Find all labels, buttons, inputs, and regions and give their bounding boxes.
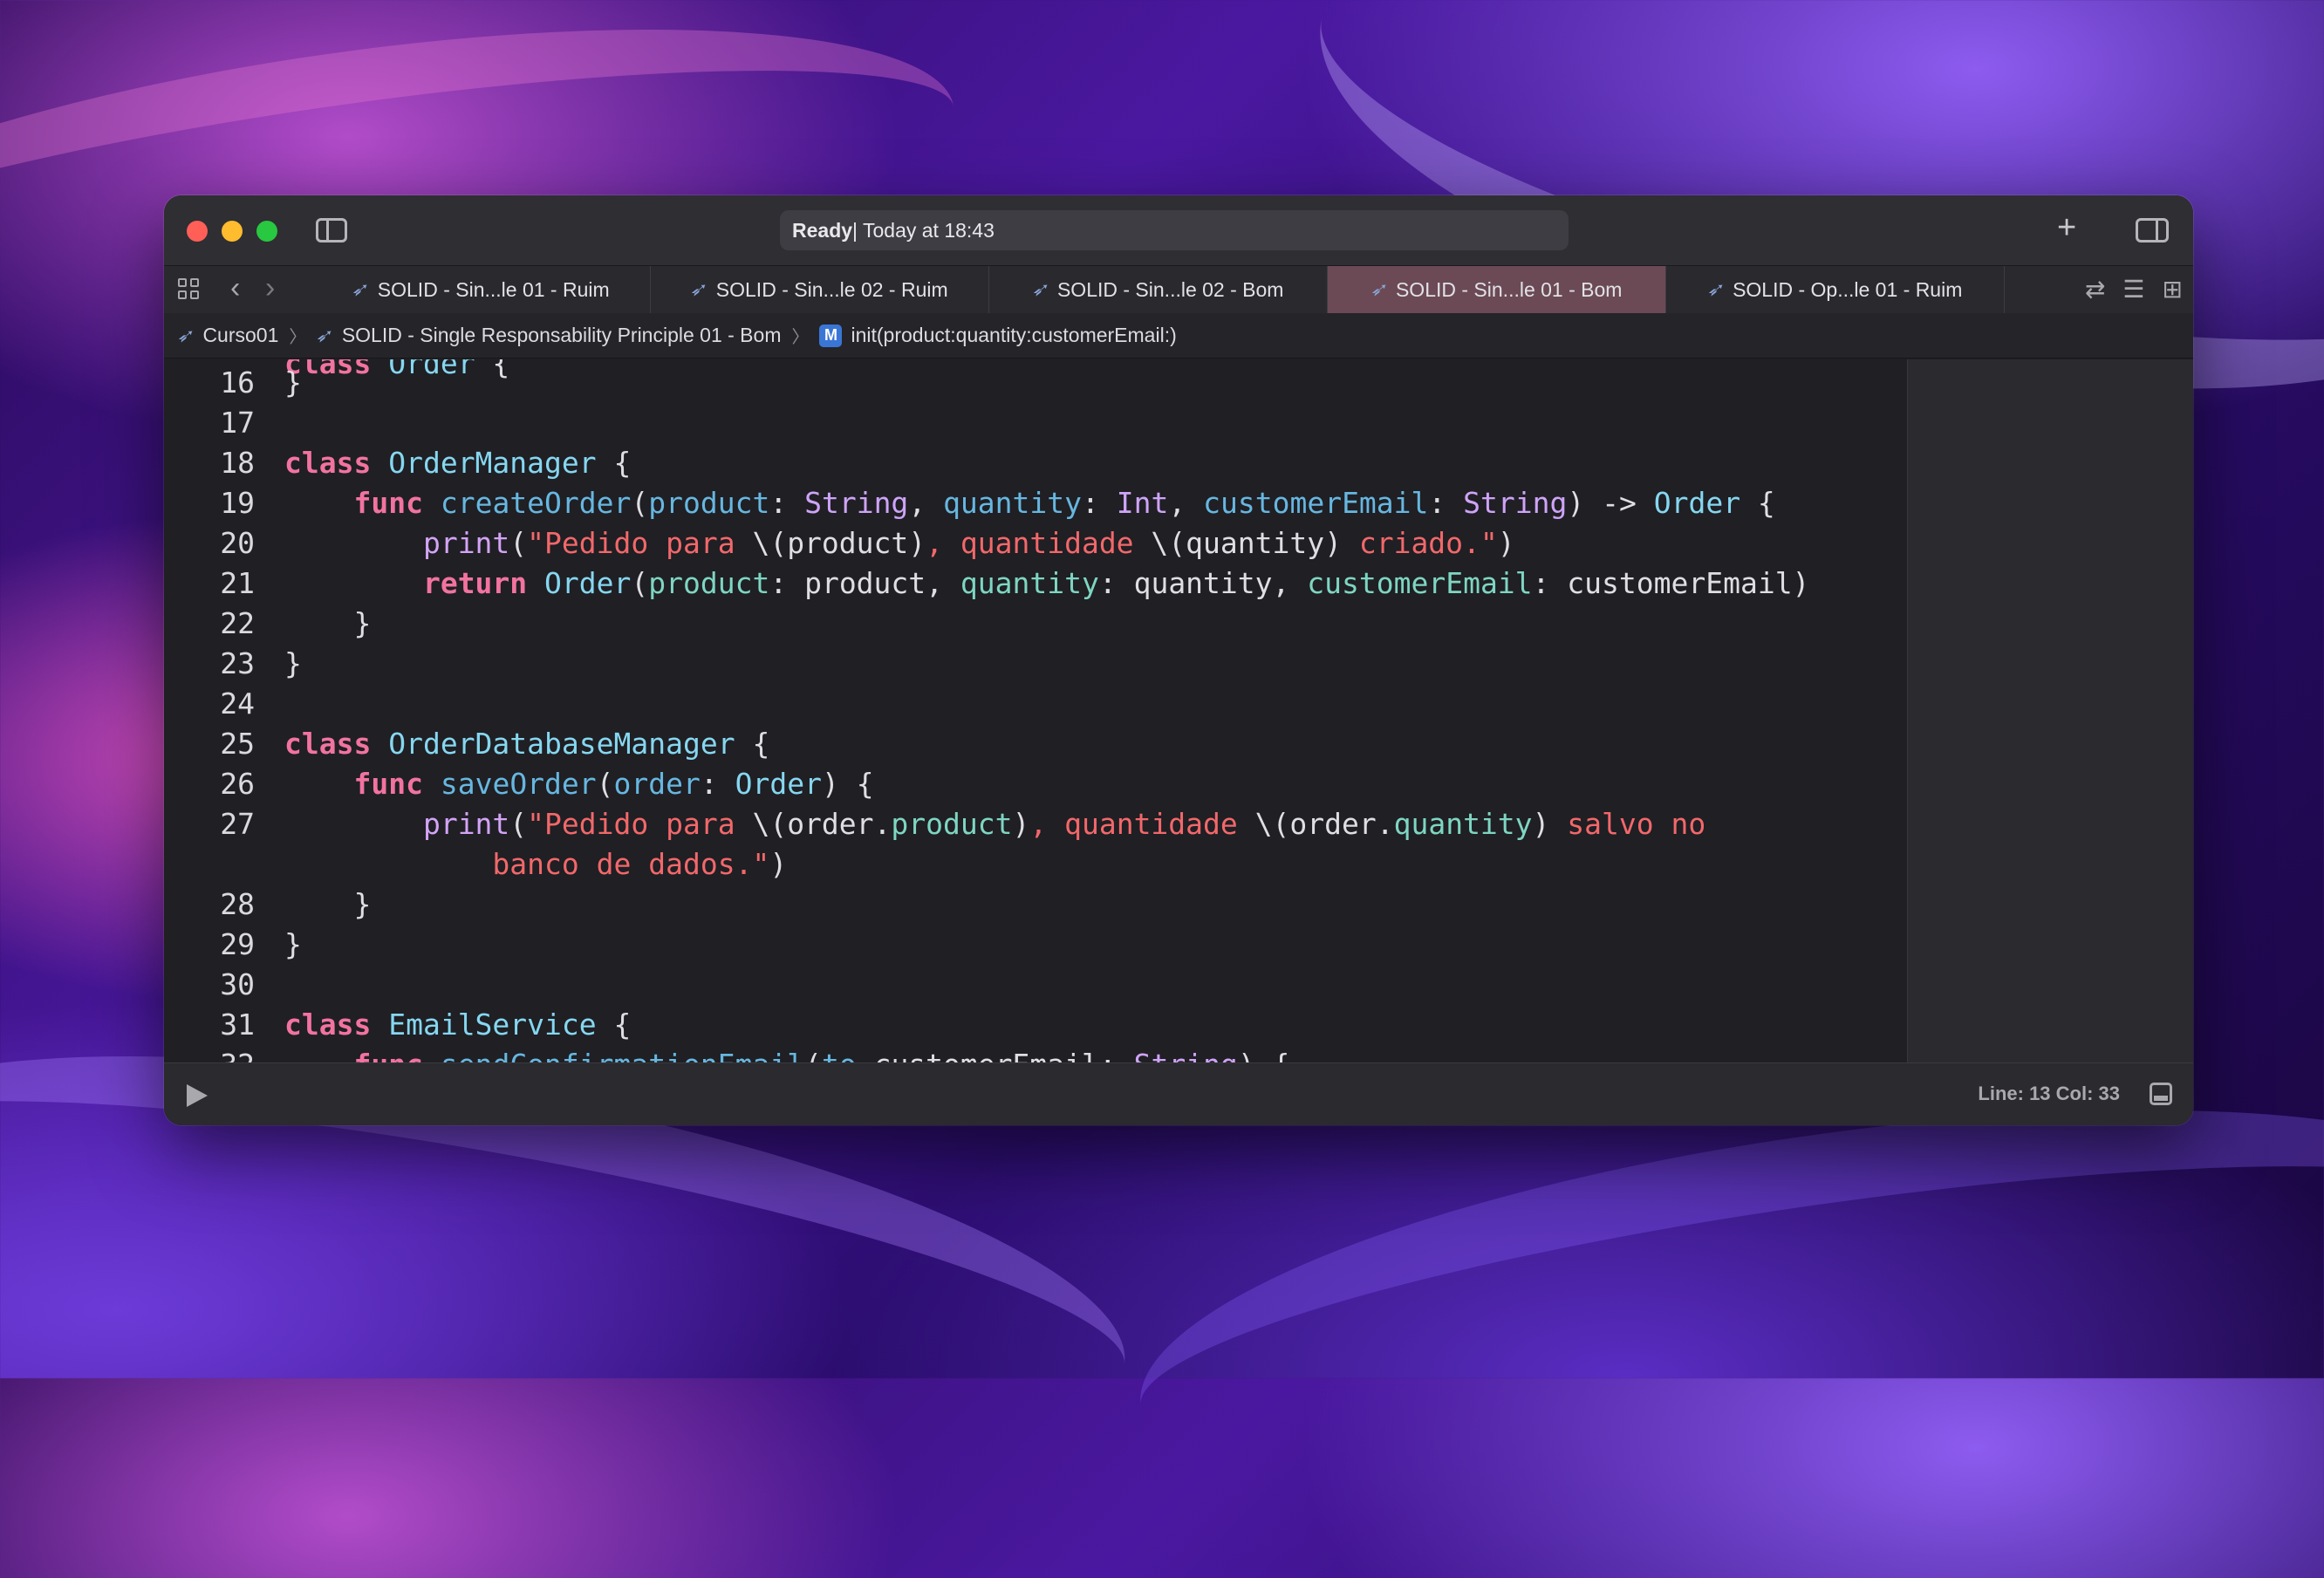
- swift-file-icon: ➶: [314, 324, 337, 346]
- console-toggle-icon[interactable]: [2150, 1083, 2172, 1105]
- tab-label: SOLID - Sin...le 02 - Ruim: [715, 277, 948, 301]
- status-ready: Ready: [792, 218, 853, 242]
- tab-file-active[interactable]: ➶ SOLID - Sin...le 01 - Bom: [1328, 266, 1666, 313]
- line-number: 30: [220, 967, 255, 1001]
- breadcrumb-file-label: SOLID - Single Responsability Principle …: [341, 324, 782, 346]
- line-number: 21: [220, 566, 255, 600]
- tab-label: SOLID - Sin...le 02 - Bom: [1056, 277, 1284, 301]
- line-number: 24: [220, 687, 255, 721]
- tab-label: SOLID - Sin...le 01 - Bom: [1395, 277, 1623, 301]
- titlebar: Ready | Today at 18:43 +: [164, 195, 2193, 265]
- method-icon: M: [819, 324, 843, 347]
- code-editor[interactable]: class Order { 16} 17 18 class OrderManage…: [164, 359, 1907, 1062]
- swift-file-icon: ➶: [350, 278, 373, 300]
- line-number: 17: [220, 406, 255, 440]
- line-number: 22: [220, 606, 255, 640]
- tab-file[interactable]: ➶ SOLID - Sin...le 01 - Ruim: [312, 266, 651, 313]
- swap-icon[interactable]: ⇄: [2085, 275, 2105, 304]
- minimize-button-icon[interactable]: [222, 221, 243, 242]
- editor-options-icon[interactable]: ☰: [2122, 275, 2144, 304]
- line-number: 31: [220, 1008, 255, 1042]
- breadcrumb-file[interactable]: ➶ SOLID - Single Responsability Principle…: [314, 324, 782, 347]
- swift-file-icon: ➶: [1368, 278, 1391, 300]
- minimap[interactable]: [1907, 359, 2193, 1062]
- breadcrumb-separator: 〉: [791, 328, 810, 347]
- xcode-window: Ready | Today at 18:43 + ‹ › ➶ SOLID - Si…: [164, 195, 2193, 1125]
- line-number: 18: [220, 446, 255, 480]
- tab-file[interactable]: ➶ SOLID - Sin...le 02 - Ruim: [651, 266, 989, 313]
- status-time: | Today at 18:43: [852, 218, 995, 242]
- close-button-icon[interactable]: [187, 221, 208, 242]
- swift-file-icon: ➶: [688, 278, 711, 300]
- tab-bar: ‹ › ➶ SOLID - Sin...le 01 - Ruim ➶ SOLID -…: [164, 265, 2193, 314]
- activity-status: Ready | Today at 18:43: [780, 210, 1569, 250]
- related-items-icon[interactable]: [178, 278, 201, 301]
- line-number: 32: [164, 1045, 255, 1062]
- debug-bar: Line: 13 Col: 33: [164, 1062, 2193, 1125]
- line-number: 26: [220, 767, 255, 801]
- swift-file-icon: ➶: [1705, 278, 1727, 300]
- plus-icon[interactable]: +: [2057, 211, 2076, 244]
- breadcrumb-method[interactable]: Minit(product:quantity:customerEmail:): [819, 324, 1177, 347]
- chevron-left-icon[interactable]: ‹: [230, 273, 240, 303]
- tab-file[interactable]: ➶ SOLID - Sin...le 02 - Bom: [989, 266, 1328, 313]
- line-number: 27: [220, 807, 255, 841]
- line-number: 23: [220, 646, 255, 680]
- breadcrumb-separator: 〉: [289, 328, 307, 347]
- play-icon[interactable]: [187, 1084, 208, 1107]
- chevron-right-icon[interactable]: ›: [265, 273, 275, 303]
- editor-controls: ⇄ ☰ ⊞: [2085, 275, 2183, 304]
- tab-label: SOLID - Op...le 01 - Ruim: [1733, 277, 1963, 301]
- zoom-button-icon[interactable]: [256, 221, 277, 242]
- breadcrumb-project-label: Curso01: [202, 324, 279, 346]
- swift-file-icon: ➶: [174, 324, 197, 346]
- tab-file[interactable]: ➶ SOLID - Op...le 01 - Ruim: [1666, 266, 2005, 313]
- jump-bar: ➶ Curso01 〉 ➶ SOLID - Single Responsabilit…: [164, 313, 2193, 359]
- line-number: 19: [220, 486, 255, 520]
- line-number: 29: [220, 927, 255, 961]
- line-number: 20: [220, 526, 255, 560]
- breadcrumb-project[interactable]: ➶ Curso01: [174, 324, 279, 347]
- cursor-position: Line: 13 Col: 33: [1978, 1083, 2120, 1104]
- inspector-toggle-icon[interactable]: [2136, 218, 2169, 243]
- breadcrumb-method-label: init(product:quantity:customerEmail:): [851, 324, 1177, 346]
- add-editor-icon[interactable]: ⊞: [2163, 275, 2183, 304]
- line-number: 28: [220, 887, 255, 921]
- line-number: 25: [220, 727, 255, 761]
- swift-file-icon: ➶: [1029, 278, 1052, 300]
- tab-label: SOLID - Sin...le 01 - Ruim: [377, 277, 610, 301]
- line-number: 16: [220, 365, 255, 400]
- sidebar-toggle-icon[interactable]: [316, 218, 347, 243]
